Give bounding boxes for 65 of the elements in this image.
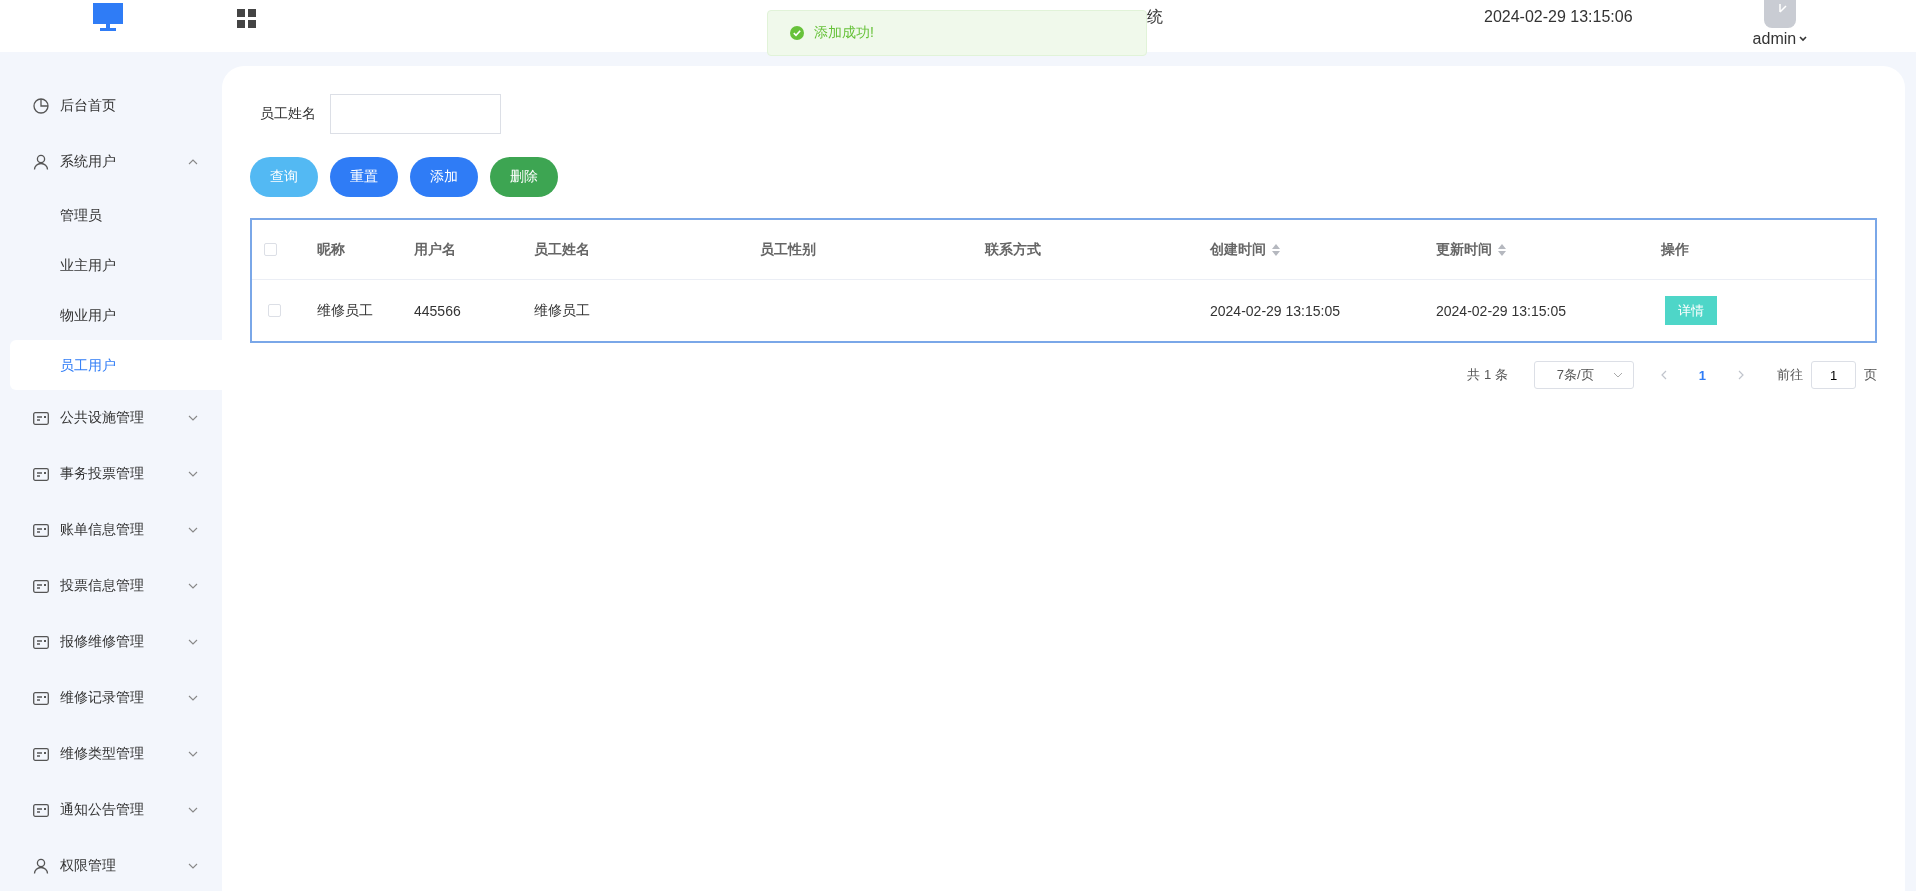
sidebar-item[interactable]: 公共设施管理	[0, 390, 222, 446]
column-header: 用户名	[414, 240, 456, 259]
sidebar-item[interactable]: 账单信息管理	[0, 502, 222, 558]
sidebar-item[interactable]: 投票信息管理	[0, 558, 222, 614]
sidebar-item[interactable]: 权限管理	[0, 838, 222, 891]
previous-page-icon[interactable]	[1659, 370, 1667, 380]
page-size-select[interactable]: 7条/页	[1533, 361, 1634, 389]
user-icon	[33, 154, 49, 170]
chevron-down-icon	[1612, 372, 1623, 378]
goto-label: 前往	[1777, 366, 1803, 384]
field-label: 员工姓名	[260, 105, 317, 123]
sidebar-subitem[interactable]: 物业用户	[10, 290, 222, 340]
sidebar-item[interactable]: 后台首页	[0, 78, 222, 134]
table-cell: 2024-02-29 13:15:05	[1210, 302, 1340, 319]
checkbox[interactable]	[268, 304, 281, 317]
column-header: 员工性别	[760, 240, 816, 259]
table-cell: 维修员工	[317, 301, 373, 320]
id-card-icon	[33, 467, 49, 481]
page-suffix: 页	[1864, 366, 1877, 384]
sort-icon[interactable]	[1498, 243, 1506, 256]
system-title: 统	[1147, 6, 1163, 27]
column-header: 更新时间	[1436, 240, 1492, 259]
monitor-icon	[93, 3, 123, 31]
sidebar-item[interactable]: 维修类型管理	[0, 726, 222, 782]
id-card-icon	[33, 523, 49, 537]
user-menu[interactable]: admin	[1752, 30, 1808, 48]
id-card-icon	[33, 747, 49, 761]
action-button[interactable]: 重置	[330, 157, 398, 197]
column-header: 员工姓名	[534, 240, 590, 259]
column-header: 昵称	[317, 240, 345, 259]
total-count: 共 1 条	[1467, 366, 1508, 384]
sidebar-item[interactable]: 事务投票管理	[0, 446, 222, 502]
grid-menu-icon[interactable]	[237, 8, 256, 28]
caret-icon	[1799, 36, 1808, 42]
user-icon	[33, 858, 49, 874]
checkbox[interactable]	[264, 243, 277, 256]
page-number[interactable]: 1	[1680, 367, 1724, 383]
check-circle-icon	[790, 26, 804, 40]
avatar-icon[interactable]	[1763, 0, 1796, 28]
id-card-icon	[33, 579, 49, 593]
table-cell: 2024-02-29 13:15:05	[1436, 302, 1566, 319]
sort-icon[interactable]	[1272, 243, 1280, 256]
page-input[interactable]: 1	[1811, 361, 1856, 389]
sidebar-item[interactable]: 系统用户	[0, 134, 222, 190]
current-datetime: 2024-02-29 13:15:06	[1484, 8, 1633, 26]
input-field[interactable]	[330, 94, 501, 134]
next-page-icon[interactable]	[1738, 370, 1745, 380]
id-card-icon	[33, 803, 49, 817]
table-cell: 维修员工	[534, 301, 590, 320]
table-cell: 445566	[414, 302, 461, 319]
id-card-icon	[33, 635, 49, 649]
toast-message: 添加成功!	[814, 24, 874, 42]
sidebar-subitem[interactable]: 业主用户	[10, 240, 222, 290]
column-header: 联系方式	[985, 240, 1041, 259]
sidebar-item[interactable]: 通知公告管理	[0, 782, 222, 838]
id-card-icon	[33, 691, 49, 705]
column-header: 创建时间	[1210, 240, 1266, 259]
pie-chart-icon	[33, 98, 49, 114]
sidebar-subitem[interactable]: 管理员	[10, 190, 222, 240]
sidebar-item[interactable]: 报修维修管理	[0, 614, 222, 670]
id-card-icon	[33, 411, 49, 425]
column-header: 操作	[1661, 240, 1689, 259]
sidebar-subitem[interactable]: 员工用户	[10, 340, 222, 390]
action-button[interactable]: 添加	[410, 157, 478, 197]
sidebar-item[interactable]: 维修记录管理	[0, 670, 222, 726]
